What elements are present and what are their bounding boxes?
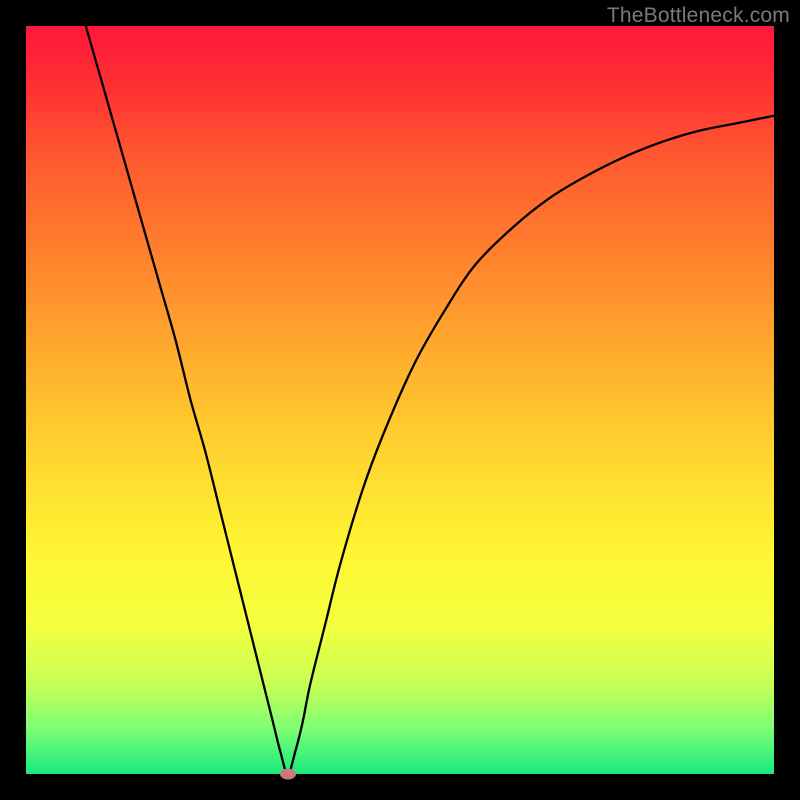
curve-svg — [26, 26, 774, 774]
chart-frame: TheBottleneck.com — [0, 0, 800, 800]
bottleneck-curve — [86, 26, 774, 774]
watermark-text: TheBottleneck.com — [607, 4, 790, 28]
plot-area — [26, 26, 774, 774]
optimum-marker — [280, 769, 296, 780]
